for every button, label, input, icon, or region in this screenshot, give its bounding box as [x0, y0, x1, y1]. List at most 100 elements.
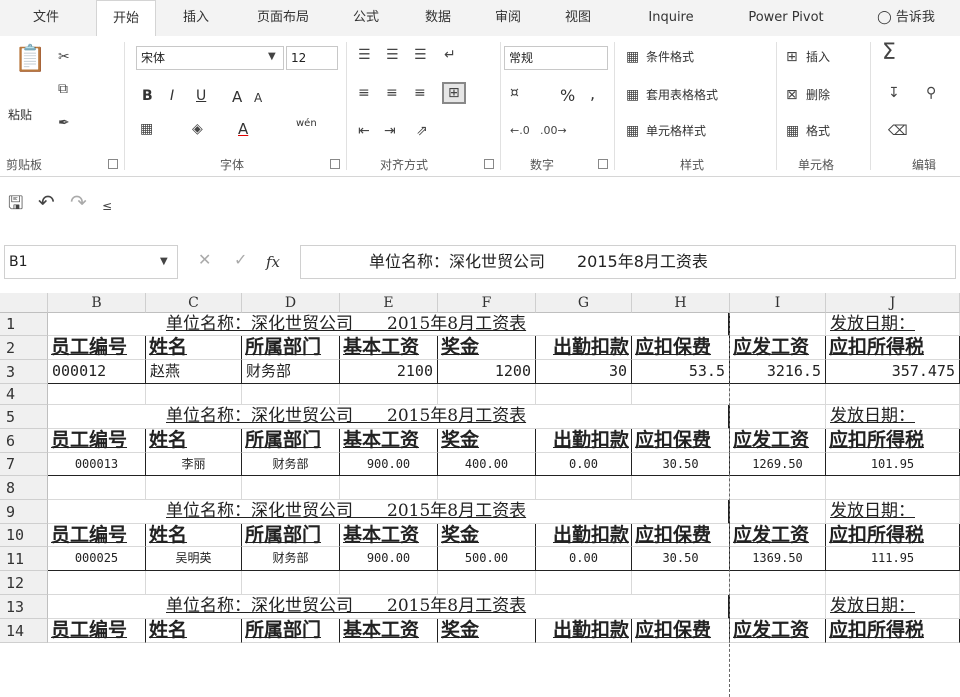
tab-view[interactable]: 视图	[552, 0, 604, 36]
header-cell-attendance-deduction[interactable]: 出勤扣款	[536, 524, 632, 547]
cell[interactable]	[536, 384, 632, 405]
tab-insert[interactable]: 插入	[170, 0, 222, 36]
insert-function-button[interactable]: fx	[266, 253, 280, 271]
chevron-down-icon[interactable]: ▼	[160, 253, 168, 271]
cell[interactable]	[48, 384, 146, 405]
comma-button[interactable]: ,	[590, 84, 595, 103]
alignment-launcher-icon[interactable]	[484, 159, 494, 169]
data-cell-name[interactable]: 吴明英	[146, 547, 242, 571]
data-cell-department[interactable]: 财务部	[242, 453, 340, 476]
redo-icon[interactable]: ↷	[70, 192, 87, 212]
row-header[interactable]: 1	[0, 313, 48, 336]
cell[interactable]	[632, 571, 730, 595]
column-header-I[interactable]: I	[730, 293, 826, 313]
clear-icon[interactable]: ⌫	[888, 122, 908, 140]
percent-button[interactable]: %	[560, 86, 575, 105]
header-cell-bonus[interactable]: 奖金	[438, 524, 536, 547]
header-cell-name[interactable]: 姓名	[146, 619, 242, 643]
row-header[interactable]: 8	[0, 476, 48, 500]
delete-cells-button[interactable]: 删除	[806, 86, 830, 103]
header-cell-employee-id[interactable]: 员工编号	[48, 619, 146, 643]
header-cell-department[interactable]: 所属部门	[242, 429, 340, 453]
row-header[interactable]: 4	[0, 384, 48, 405]
bold-button[interactable]: B	[142, 88, 153, 104]
column-header-C[interactable]: C	[146, 293, 242, 313]
title-cell[interactable]: 单位名称：深化世贸公司 2015年8月工资表	[48, 595, 730, 619]
conditional-format-button[interactable]: 条件格式	[646, 48, 694, 65]
align-bottom-icon[interactable]: ☰	[414, 46, 427, 64]
find-icon[interactable]: ⚲	[926, 84, 936, 102]
header-cell-attendance-deduction[interactable]: 出勤扣款	[536, 336, 632, 360]
column-header-G[interactable]: G	[536, 293, 632, 313]
cell[interactable]	[730, 405, 826, 429]
undo-icon[interactable]: ↶	[38, 192, 55, 212]
header-cell-employee-id[interactable]: 员工编号	[48, 336, 146, 360]
align-middle-icon[interactable]: ☰	[386, 46, 399, 64]
header-cell-department[interactable]: 所属部门	[242, 336, 340, 360]
data-cell-base-salary[interactable]: 900.00	[340, 547, 438, 571]
format-painter-icon[interactable]: ✒	[58, 114, 70, 132]
font-color-button[interactable]: A	[238, 120, 248, 138]
data-cell-bonus[interactable]: 500.00	[438, 547, 536, 571]
tab-home[interactable]: 开始	[96, 0, 156, 37]
align-left-icon[interactable]: ≡	[358, 84, 370, 102]
header-cell-bonus[interactable]: 奖金	[438, 429, 536, 453]
row-header[interactable]: 10	[0, 524, 48, 547]
save-icon[interactable]: 🖫	[8, 195, 23, 213]
cell[interactable]	[48, 476, 146, 500]
cell[interactable]	[340, 384, 438, 405]
align-center-icon[interactable]: ≡	[386, 84, 398, 102]
customize-qat-icon[interactable]: ≤	[102, 197, 112, 215]
align-right-icon[interactable]: ≡	[414, 84, 426, 102]
cell[interactable]	[242, 571, 340, 595]
column-header-B[interactable]: B	[48, 293, 146, 313]
column-header-F[interactable]: F	[438, 293, 536, 313]
data-cell-base-salary[interactable]: 900.00	[340, 453, 438, 476]
tab-file[interactable]: 文件	[18, 0, 74, 36]
data-cell-insurance-deduction[interactable]: 30.50	[632, 453, 730, 476]
tab-review[interactable]: 审阅	[482, 0, 534, 36]
header-cell-attendance-deduction[interactable]: 出勤扣款	[536, 619, 632, 643]
title-cell[interactable]: 单位名称：深化世贸公司 2015年8月工资表	[48, 500, 730, 524]
header-cell-bonus[interactable]: 奖金	[438, 336, 536, 360]
cell[interactable]	[632, 476, 730, 500]
cell[interactable]	[340, 571, 438, 595]
shrink-font-button[interactable]: A	[254, 91, 262, 105]
cell[interactable]	[730, 384, 826, 405]
fill-color-icon[interactable]: ◈	[192, 120, 203, 138]
cell[interactable]	[826, 476, 960, 500]
enter-icon[interactable]: ✓	[234, 251, 247, 269]
header-cell-base-salary[interactable]: 基本工资	[340, 429, 438, 453]
issue-date-label[interactable]: 发放日期：	[826, 595, 960, 619]
row-header[interactable]: 7	[0, 453, 48, 476]
cell[interactable]	[48, 571, 146, 595]
header-cell-name[interactable]: 姓名	[146, 336, 242, 360]
cell[interactable]	[826, 384, 960, 405]
data-cell-name[interactable]: 李丽	[146, 453, 242, 476]
data-cell-employee-id[interactable]: 000025	[48, 547, 146, 571]
fill-icon[interactable]: ↧	[888, 84, 900, 102]
header-cell-employee-id[interactable]: 员工编号	[48, 429, 146, 453]
font-size-select[interactable]: 12	[286, 46, 338, 70]
cell-styles-button[interactable]: 单元格样式	[646, 122, 706, 139]
data-cell-bonus[interactable]: 400.00	[438, 453, 536, 476]
title-cell[interactable]: 单位名称：深化世贸公司 2015年8月工资表	[48, 313, 730, 336]
tab-formulas[interactable]: 公式	[340, 0, 392, 36]
paste-button[interactable]: 粘贴	[8, 106, 32, 123]
data-cell-gross-pay[interactable]: 1269.50	[730, 453, 826, 476]
data-cell-income-tax[interactable]: 101.95	[826, 453, 960, 476]
header-cell-income-tax[interactable]: 应扣所得税	[826, 619, 960, 643]
issue-date-label[interactable]: 发放日期：	[826, 405, 960, 429]
header-cell-insurance-deduction[interactable]: 应扣保费	[632, 524, 730, 547]
header-cell-name[interactable]: 姓名	[146, 429, 242, 453]
row-header[interactable]: 9	[0, 500, 48, 524]
header-cell-department[interactable]: 所属部门	[242, 619, 340, 643]
tab-page-layout[interactable]: 页面布局	[240, 0, 326, 36]
cell[interactable]	[146, 571, 242, 595]
column-header-D[interactable]: D	[242, 293, 340, 313]
header-cell-insurance-deduction[interactable]: 应扣保费	[632, 619, 730, 643]
decrease-indent-icon[interactable]: ⇤	[358, 122, 370, 140]
cut-icon[interactable]: ✂	[58, 48, 70, 66]
cell[interactable]	[730, 595, 826, 619]
tab-power-pivot[interactable]: Power Pivot	[730, 0, 842, 36]
